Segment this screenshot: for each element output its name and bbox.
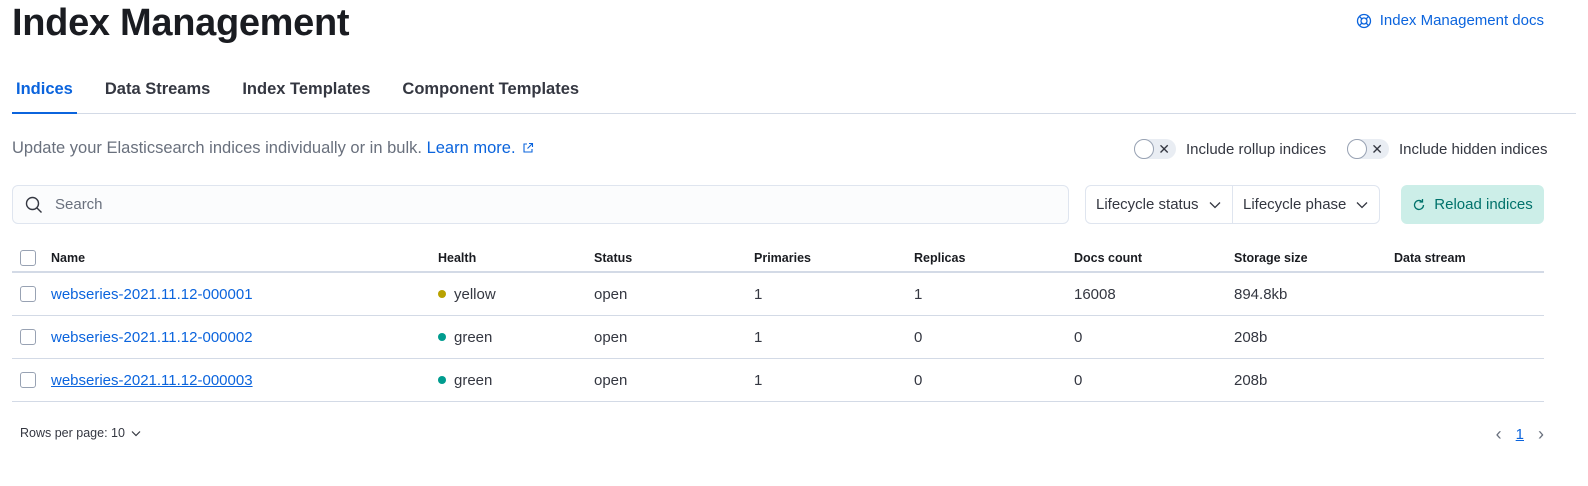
rollup-toggle-group: ✕ Include rollup indices [1134, 139, 1326, 159]
lifecycle-status-filter[interactable]: Lifecycle status [1086, 186, 1232, 223]
table-row: webseries-2021.11.12-000002 green open 1… [12, 316, 1544, 359]
replicas-value: 1 [914, 285, 923, 303]
learn-more-label: Learn more. [426, 139, 516, 157]
indices-table: Name Health Status Primaries Replicas Do… [12, 244, 1544, 402]
pagination: ‹ 1 › [1496, 424, 1544, 445]
tab-index-templates[interactable]: Index Templates [238, 74, 374, 107]
tab-indices[interactable]: Indices [12, 74, 77, 114]
health-value: green [454, 328, 493, 346]
hidden-toggle-label: Include hidden indices [1399, 140, 1548, 158]
search-icon [25, 196, 42, 213]
chevron-down-icon [131, 430, 141, 436]
page-title: Index Management [12, 2, 350, 44]
page-number[interactable]: 1 [1516, 426, 1524, 443]
tab-data-streams[interactable]: Data Streams [101, 74, 214, 107]
primaries-value: 1 [754, 371, 763, 389]
docs-count-value: 16008 [1074, 285, 1116, 303]
column-header-data-stream[interactable]: Data stream [1394, 251, 1544, 265]
primaries-value: 1 [754, 328, 763, 346]
lifecycle-phase-filter[interactable]: Lifecycle phase [1232, 186, 1379, 223]
status-value: open [594, 328, 628, 346]
storage-size-value: 208b [1234, 328, 1268, 346]
rollup-toggle[interactable]: ✕ [1134, 139, 1176, 159]
row-checkbox[interactable] [20, 286, 36, 302]
hidden-toggle[interactable]: ✕ [1347, 139, 1389, 159]
cross-icon: ✕ [1158, 141, 1170, 157]
table-row: webseries-2021.11.12-000003 green open 1… [12, 359, 1544, 402]
storage-size-value: 894.8kb [1234, 285, 1288, 303]
row-checkbox[interactable] [20, 329, 36, 345]
health-value: green [454, 371, 493, 389]
table-row: webseries-2021.11.12-000001 yellow open … [12, 273, 1544, 316]
column-header-status[interactable]: Status [594, 251, 754, 265]
lifecycle-status-label: Lifecycle status [1096, 196, 1199, 213]
rows-per-page-selector[interactable]: Rows per page: 10 [20, 426, 141, 440]
external-link-icon [522, 142, 533, 153]
chevron-down-icon [1209, 201, 1221, 208]
health-dot [438, 333, 446, 341]
select-all-checkbox[interactable] [20, 249, 36, 266]
search-input[interactable] [53, 195, 1060, 214]
tab-bar: Indices Data Streams Index Templates Com… [12, 74, 1576, 114]
rows-per-page-label: Rows per page: 10 [20, 426, 125, 440]
health-dot [438, 376, 446, 384]
tab-component-templates[interactable]: Component Templates [398, 74, 583, 107]
status-value: open [594, 285, 628, 303]
reload-indices-label: Reload indices [1434, 196, 1533, 213]
page-description: Update your Elasticsearch indices indivi… [12, 139, 534, 158]
column-header-storage-size[interactable]: Storage size [1234, 251, 1394, 265]
index-name-link[interactable]: webseries-2021.11.12-000003 [51, 372, 253, 389]
description-text: Update your Elasticsearch indices indivi… [12, 139, 422, 157]
table-header: Name Health Status Primaries Replicas Do… [12, 244, 1544, 273]
docs-link[interactable]: Index Management docs [1356, 12, 1544, 29]
docs-link-label: Index Management docs [1379, 12, 1544, 29]
learn-more-link[interactable]: Learn more. [427, 139, 534, 157]
column-header-docs-count[interactable]: Docs count [1074, 251, 1234, 265]
docs-count-value: 0 [1074, 371, 1083, 389]
column-header-name[interactable]: Name [51, 251, 434, 265]
storage-size-value: 208b [1234, 371, 1268, 389]
lifecycle-phase-label: Lifecycle phase [1243, 196, 1347, 213]
column-header-primaries[interactable]: Primaries [754, 251, 914, 265]
health-value: yellow [454, 285, 496, 303]
docs-count-value: 0 [1074, 328, 1083, 346]
chevron-right-icon[interactable]: › [1538, 424, 1544, 445]
column-header-health[interactable]: Health [434, 251, 594, 265]
column-header-replicas[interactable]: Replicas [914, 251, 1074, 265]
rollup-toggle-label: Include rollup indices [1186, 140, 1327, 158]
refresh-icon [1414, 198, 1425, 210]
chevron-left-icon[interactable]: ‹ [1496, 424, 1502, 445]
status-value: open [594, 371, 628, 389]
chevron-down-icon [1356, 201, 1368, 208]
help-icon [1356, 13, 1371, 28]
hidden-toggle-group: ✕ Include hidden indices [1347, 139, 1547, 159]
index-name-link[interactable]: webseries-2021.11.12-000002 [51, 329, 253, 346]
replicas-value: 0 [914, 328, 923, 346]
row-checkbox[interactable] [20, 372, 36, 388]
index-name-link[interactable]: webseries-2021.11.12-000001 [51, 286, 253, 303]
health-dot [438, 290, 446, 298]
replicas-value: 0 [914, 371, 923, 389]
filter-group: Lifecycle status Lifecycle phase [1085, 185, 1380, 224]
reload-indices-button[interactable]: Reload indices [1401, 185, 1544, 224]
cross-icon: ✕ [1371, 141, 1383, 157]
search-box [12, 185, 1069, 224]
primaries-value: 1 [754, 285, 763, 303]
